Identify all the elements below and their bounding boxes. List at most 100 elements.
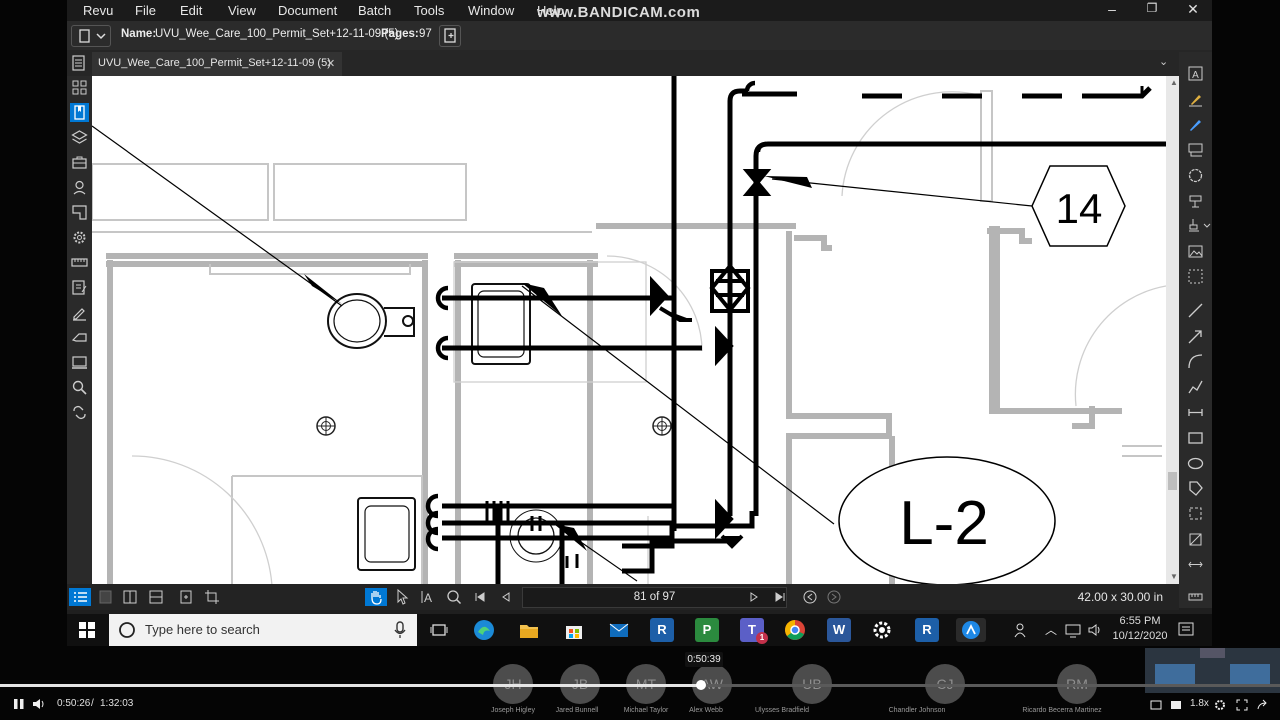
- fullscreen-icon[interactable]: [1236, 698, 1248, 711]
- markups-list-icon[interactable]: [70, 278, 89, 297]
- clock-date[interactable]: 10/12/2020: [1110, 630, 1170, 642]
- ruler-scale-icon[interactable]: [1186, 587, 1205, 606]
- toolchest-icon[interactable]: [70, 153, 89, 172]
- panel-grid-icon[interactable]: [70, 78, 89, 97]
- share-icon[interactable]: [1256, 698, 1268, 710]
- store-icon[interactable]: [562, 618, 586, 642]
- stamp-icon[interactable]: [1186, 191, 1205, 210]
- area-measure-icon[interactable]: [1186, 504, 1205, 523]
- zoom-icon[interactable]: [445, 588, 463, 606]
- rectangle-icon[interactable]: [1186, 428, 1205, 447]
- people-icon[interactable]: [1012, 622, 1028, 638]
- stamp-dropdown-icon[interactable]: [1186, 216, 1212, 235]
- pause-icon[interactable]: [12, 697, 26, 711]
- snapshot-icon[interactable]: [1186, 267, 1205, 286]
- volume-icon[interactable]: [1087, 622, 1103, 638]
- crop-icon[interactable]: [203, 588, 221, 606]
- edge-icon[interactable]: [472, 618, 496, 642]
- dimension-icon[interactable]: [1186, 403, 1205, 422]
- arrow-icon[interactable]: [1186, 327, 1205, 346]
- forward-view-icon[interactable]: [825, 588, 843, 606]
- ellipse-icon[interactable]: [1186, 454, 1205, 473]
- close-window-button[interactable]: ✕: [1180, 1, 1206, 18]
- menu-tools[interactable]: Tools: [414, 3, 444, 18]
- properties-gear-icon[interactable]: [70, 228, 89, 247]
- callout-icon[interactable]: [1186, 140, 1205, 159]
- list-icon[interactable]: [69, 588, 91, 606]
- word-icon[interactable]: W: [827, 618, 851, 642]
- menu-window[interactable]: Window: [468, 3, 514, 18]
- vertical-scrollbar[interactable]: ▲ ▼: [1166, 76, 1179, 584]
- spaces-icon[interactable]: [70, 203, 89, 222]
- pen-icon[interactable]: [1186, 115, 1205, 134]
- select-text-icon[interactable]: A: [419, 588, 437, 606]
- pan-hand-icon[interactable]: [365, 588, 387, 606]
- tray-chevron-up-icon[interactable]: ︿: [1045, 621, 1057, 638]
- file-explorer-icon[interactable]: [517, 618, 541, 642]
- menu-batch[interactable]: Batch: [358, 3, 391, 18]
- revit-icon[interactable]: R: [650, 618, 674, 642]
- highlighter-icon[interactable]: [1186, 90, 1205, 109]
- windows-start-icon[interactable]: [79, 622, 95, 638]
- image-icon[interactable]: [1186, 242, 1205, 261]
- sync-icon[interactable]: [177, 588, 195, 606]
- restore-button[interactable]: ❐: [1139, 1, 1165, 15]
- minimize-button[interactable]: –: [1099, 1, 1125, 17]
- signature-icon[interactable]: [70, 303, 89, 322]
- cloud-icon[interactable]: [1186, 166, 1205, 185]
- taskbar-search-box[interactable]: Type here to search: [109, 614, 417, 646]
- polyline-icon[interactable]: [1186, 377, 1205, 396]
- arc-icon[interactable]: [1186, 352, 1205, 371]
- measurements-ruler-icon[interactable]: [70, 253, 89, 272]
- previous-page-icon[interactable]: [497, 588, 515, 606]
- split-horizontal-icon[interactable]: [147, 588, 165, 606]
- mail-icon[interactable]: [607, 618, 631, 642]
- length-measure-icon[interactable]: [1186, 555, 1205, 574]
- select-arrow-icon[interactable]: [393, 588, 411, 606]
- count-icon[interactable]: [1186, 530, 1205, 549]
- next-page-icon[interactable]: [745, 588, 763, 606]
- menu-revu[interactable]: Revu: [83, 3, 113, 18]
- microphone-icon[interactable]: [393, 621, 407, 639]
- drawing-canvas[interactable]: 14 L-2: [92, 76, 1166, 584]
- menu-document[interactable]: Document: [278, 3, 337, 18]
- tab-document[interactable]: UVU_Wee_Care_100_Permit_Set+12-11-09 (5)…: [92, 52, 342, 76]
- network-icon[interactable]: [1065, 622, 1081, 638]
- link-icon[interactable]: [70, 403, 89, 422]
- last-page-icon[interactable]: [771, 588, 789, 606]
- back-view-icon[interactable]: [801, 588, 819, 606]
- panel-bookmark-icon[interactable]: [70, 103, 89, 122]
- menu-file[interactable]: File: [135, 3, 156, 18]
- teams-icon[interactable]: T 1: [740, 618, 768, 644]
- scroll-thumb[interactable]: [1168, 472, 1177, 490]
- project-icon[interactable]: P: [695, 618, 719, 642]
- chrome-icon[interactable]: [783, 618, 807, 642]
- chevron-down-icon[interactable]: ⌄: [1159, 55, 1168, 68]
- settings-gear-icon[interactable]: [870, 618, 894, 642]
- video-settings-gear-icon[interactable]: [1214, 698, 1226, 710]
- task-view-icon[interactable]: [427, 618, 451, 642]
- page-settings-button[interactable]: [439, 25, 461, 47]
- line-icon[interactable]: [1186, 301, 1205, 320]
- playback-speed[interactable]: 1.8x: [1190, 698, 1209, 709]
- volume-speaker-icon[interactable]: [32, 697, 48, 711]
- layers-icon[interactable]: [70, 128, 89, 147]
- single-page-icon[interactable]: [97, 588, 115, 606]
- menu-edit[interactable]: Edit: [180, 3, 202, 18]
- menu-view[interactable]: View: [228, 3, 256, 18]
- studio-icon[interactable]: [70, 353, 89, 372]
- notifications-icon[interactable]: [1177, 621, 1195, 639]
- text-box-icon[interactable]: A: [1186, 64, 1205, 83]
- subtitles-icon[interactable]: [1170, 698, 1182, 710]
- eraser-icon[interactable]: [70, 328, 89, 347]
- captions-icon[interactable]: [1150, 698, 1162, 710]
- tab-close-icon[interactable]: ✕: [326, 57, 335, 70]
- search-icon[interactable]: [70, 378, 89, 397]
- split-vertical-icon[interactable]: [121, 588, 139, 606]
- polygon-icon[interactable]: [1186, 479, 1205, 498]
- scroll-up-icon[interactable]: ▲: [1170, 78, 1178, 87]
- scroll-down-icon[interactable]: ▼: [1170, 572, 1178, 581]
- revit-2-icon[interactable]: R: [915, 618, 939, 642]
- places-icon[interactable]: [70, 178, 89, 197]
- first-page-icon[interactable]: [471, 588, 489, 606]
